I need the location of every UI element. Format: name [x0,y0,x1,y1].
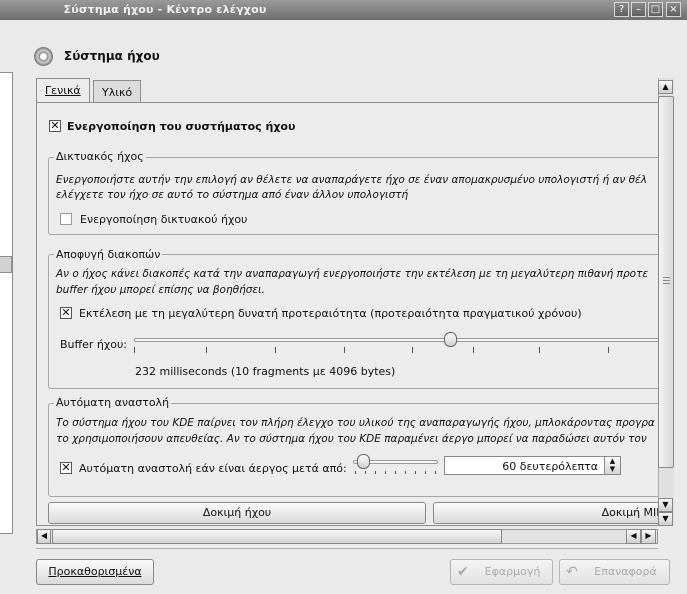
enable-sound-system-checkbox[interactable]: ✕ [49,120,61,132]
network-sound-description-2: ελέγχετε τον ήχο σε αυτό το σύστημα από … [56,189,409,201]
help-button[interactable]: ? [614,2,629,17]
footer-separator [36,548,658,549]
skip-avoidance-title: Αποφυγή διακοπών [54,248,163,261]
buffer-slider[interactable] [134,329,658,359]
auto-suspend-checkbox[interactable]: ✕ [60,462,72,474]
apply-check-icon: ✔ [457,564,469,580]
close-button[interactable]: × [666,2,681,17]
auto-suspend-slider-handle[interactable] [357,454,370,469]
general-tab-panel: ✕ Ενεργοποίηση του συστήματος ήχου Δικτυ… [36,102,659,526]
speaker-icon [34,47,53,66]
buffer-label: Buffer ήχου: [60,338,128,351]
navigation-tree[interactable] [0,72,13,534]
scroll-right-icon[interactable]: ▶ [641,529,656,544]
auto-suspend-description-2: το χρησιμοποιήσουν απευθείας. Αν το σύστ… [56,433,647,445]
reset-undo-icon: ↶ [566,564,578,580]
maximize-button[interactable]: □ [648,2,663,17]
scroll-down-icon[interactable]: ▼ [658,512,673,526]
minimize-button[interactable]: – [631,2,646,17]
tab-hardware-label: Υλικό [102,86,133,99]
vertical-scroll-thumb[interactable] [658,96,674,468]
skip-avoidance-description-2: buffer ήχου μπορεί επίσης να βοηθήσει. [56,284,265,296]
auto-suspend-spinbox[interactable]: 60 δευτερόλεπτα ▲ ▼ [444,456,621,475]
scroll-left-icon[interactable]: ◀ [37,529,51,544]
auto-suspend-description-1: Το σύστημα ήχου του KDE παίρνει τον πλήρ… [56,417,655,429]
tab-general[interactable]: Γενικά [36,78,90,103]
defaults-button-label: Προκαθορισμένα [48,565,142,578]
auto-suspend-spin-value: 60 δευτερόλεπτα [502,460,598,473]
network-sound-title: Δικτυακός ήχος [54,150,146,163]
test-midi-button[interactable]: Δοκιμή MIDI [433,502,658,524]
buffer-slider-handle[interactable] [444,332,457,347]
scroll-up-icon[interactable]: ▲ [658,80,673,94]
navigation-splitter-handle[interactable] [0,256,12,273]
title-bar: Σύστημα ήχου - Κέντρο ελέγχου ? – □ × [0,0,687,20]
tab-general-label: Γενικά [45,84,81,97]
reset-button-label: Επαναφορά [594,565,657,578]
auto-suspend-slider[interactable] [353,453,438,477]
apply-button-label: Εφαρμογή [484,565,541,578]
page-title: Σύστημα ήχου [64,49,160,63]
scroll-left-alt-icon[interactable]: ◀ [626,529,641,544]
realtime-priority-checkbox[interactable]: ✕ [60,307,72,319]
network-sound-checkbox[interactable] [60,213,72,225]
scroll-down-arrow-icon[interactable]: ▼ [658,498,673,512]
window-title: Σύστημα ήχου - Κέντρο ελέγχου [63,3,267,16]
auto-suspend-title: Αυτόματη αναστολή [54,396,172,409]
buffer-value-text: 232 milliseconds (10 fragments με 4096 b… [135,365,396,378]
realtime-priority-label: Εκτέλεση με τη μεγαλύτερη δυνατή προτερα… [79,307,582,320]
skip-avoidance-description-1: Αν ο ήχος κάνει διακοπές κατά την αναπαρ… [56,268,649,280]
defaults-button[interactable]: Προκαθορισμένα [36,559,154,585]
spin-arrows-icon[interactable]: ▲ ▼ [604,457,620,474]
reset-button[interactable]: ↶ Επαναφορά [559,559,670,585]
auto-suspend-label: Αυτόματη αναστολή εάν είναι άεργος μετά … [79,462,347,475]
apply-button[interactable]: ✔ Εφαρμογή [450,559,553,585]
tab-hardware[interactable]: Υλικό [93,80,142,102]
enable-sound-system-label: Ενεργοποίηση του συστήματος ήχου [67,120,296,133]
horizontal-scroll-thumb[interactable] [52,529,502,544]
network-sound-label: Ενεργοποίηση δικτυακού ήχου [80,213,248,226]
test-sound-button[interactable]: Δοκιμή ήχου [48,502,426,524]
network-sound-description-1: Ενεργοποιήστε αυτήν την επιλογή αν θέλετ… [56,174,647,186]
